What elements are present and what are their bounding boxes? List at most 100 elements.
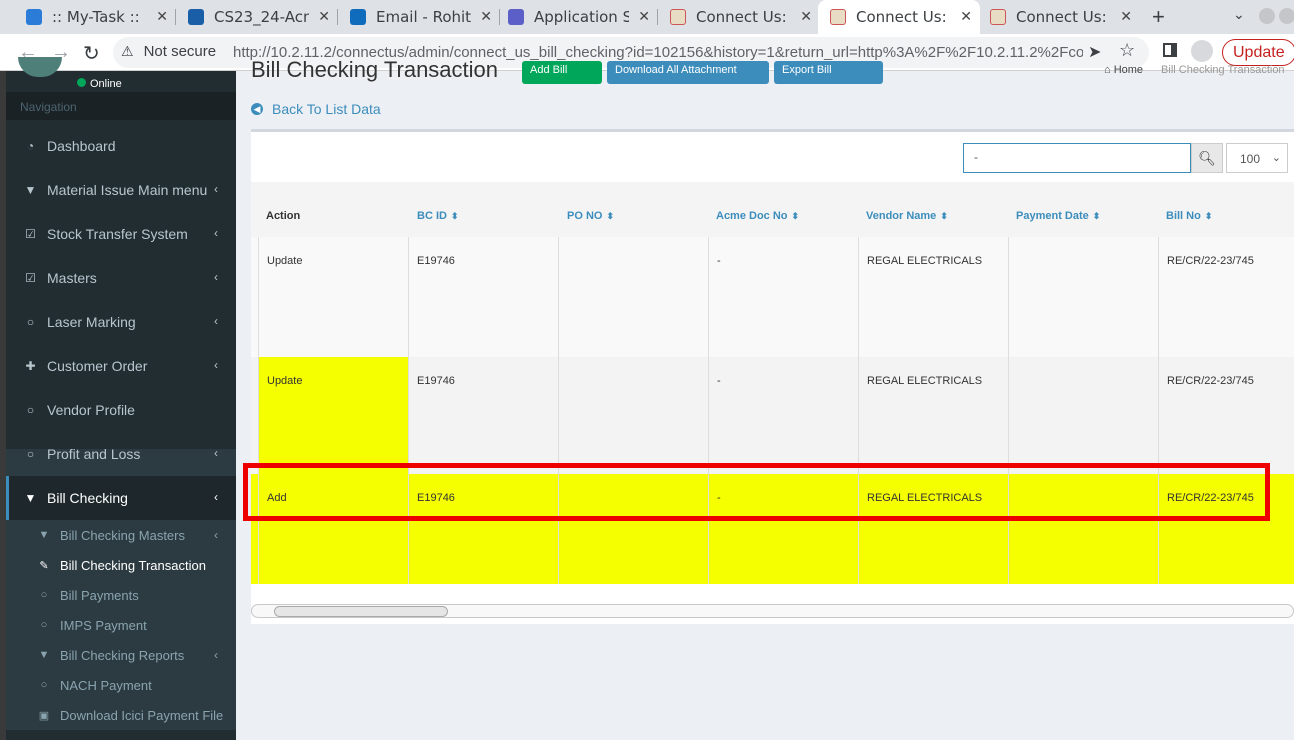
- breadcrumb-home[interactable]: Home: [1114, 64, 1143, 76]
- reload-icon[interactable]: ↻: [83, 41, 100, 66]
- column-header-po-no[interactable]: PO NO ⬍: [567, 210, 614, 222]
- submenu-item-bill-checking-masters[interactable]: ▼ Bill Checking Masters ‹: [6, 520, 236, 550]
- online-dot-icon: [77, 78, 86, 87]
- chevron-down-icon[interactable]: ⌄: [1233, 6, 1245, 23]
- close-icon[interactable]: ✕: [1120, 9, 1132, 25]
- submenu-item-label: Bill Checking Reports: [60, 647, 185, 663]
- download-attachment-button[interactable]: Download All Attachment: [607, 61, 769, 84]
- breadcrumb: ⌂ Home Bill Checking Transaction: [1104, 64, 1285, 76]
- table-cell: [558, 237, 708, 357]
- minimize-icon[interactable]: [1259, 8, 1275, 24]
- submenu-item-imps-payment[interactable]: ○ IMPS Payment: [6, 610, 236, 640]
- browser-tab-1[interactable]: CS23_24-Acme ✕: [176, 0, 338, 34]
- tab-title: Email - Rohit D: [376, 8, 471, 26]
- main-content: Bill Checking Transaction Add Bill Downl…: [236, 57, 1294, 740]
- close-icon[interactable]: ✕: [480, 9, 492, 25]
- sort-icon: ⬍: [606, 211, 614, 221]
- export-button[interactable]: Export Bill: [774, 61, 883, 84]
- site-icon: [830, 9, 846, 25]
- column-header-vendor-name[interactable]: Vendor Name ⬍: [866, 210, 948, 222]
- circle-icon: ○: [40, 679, 48, 691]
- table-cell[interactable]: Update: [258, 237, 408, 357]
- page-size-select[interactable]: 100 ⌄: [1226, 143, 1288, 173]
- sort-icon: ⬍: [940, 211, 948, 221]
- online-status: Online: [77, 78, 122, 90]
- table-cell: REGAL ELECTRICALS: [858, 357, 1008, 474]
- table-cell: RE/CR/22-23/745: [1158, 237, 1294, 357]
- sidebar-item-stock-transfer[interactable]: ☑ Stock Transfer System ‹: [6, 212, 236, 256]
- security-indicator[interactable]: ⚠ Not secure: [121, 43, 216, 60]
- back-to-list-link[interactable]: ◀ Back To List Data: [251, 101, 381, 117]
- not-secure-label: Not secure: [143, 43, 217, 60]
- side-panel-icon[interactable]: [1163, 43, 1177, 57]
- add-bill-button[interactable]: Add Bill: [522, 61, 602, 84]
- browser-tab-3[interactable]: Application Su ✕: [496, 0, 658, 34]
- site-icon: [990, 9, 1006, 25]
- sidebar-item-label: Customer Order: [47, 358, 148, 374]
- maximize-icon[interactable]: [1279, 8, 1294, 24]
- sidebar-item-profit-and-loss[interactable]: ○ Profit and Loss ‹: [6, 432, 236, 476]
- browser-tab-6[interactable]: Connect Us: B ✕: [978, 0, 1140, 34]
- sort-icon: ⬍: [1092, 211, 1101, 221]
- star-icon[interactable]: ☆: [1119, 40, 1135, 61]
- tab-title: CS23_24-Acme: [214, 8, 309, 26]
- search-input[interactable]: -: [963, 143, 1191, 173]
- chevron-left-icon: ‹: [214, 270, 218, 284]
- new-tab-icon[interactable]: +: [1152, 4, 1165, 30]
- submenu-item-bill-checking-reports[interactable]: ▼ Bill Checking Reports ‹: [6, 640, 236, 670]
- table-row[interactable]: Update E19746 - REGAL ELECTRICALS RE/CR/…: [251, 237, 1294, 357]
- horizontal-scrollbar[interactable]: [251, 604, 1294, 618]
- header-label: BC ID: [417, 210, 447, 222]
- submenu-item-download-icici[interactable]: ▣ Download Icici Payment File: [6, 700, 236, 730]
- close-icon[interactable]: ✕: [800, 9, 812, 25]
- browser-tab-0[interactable]: :: My-Task :: ✕: [14, 0, 176, 34]
- column-header-bc-id[interactable]: BC ID ⬍: [417, 210, 459, 222]
- annotation-highlight-box: [243, 463, 1270, 521]
- sidebar-item-label: Bill Checking: [47, 490, 128, 506]
- send-icon[interactable]: ➤: [1088, 42, 1101, 62]
- submenu-item-bill-payments[interactable]: ○ Bill Payments: [6, 580, 236, 610]
- money-icon: ▣: [38, 709, 50, 722]
- browser-tab-2[interactable]: Email - Rohit D ✕: [338, 0, 500, 34]
- checkbox-icon: ☑: [25, 227, 36, 241]
- submenu-item-nach-payment[interactable]: ○ NACH Payment: [6, 670, 236, 700]
- sidebar-item-label: Dashboard: [47, 138, 116, 154]
- table-cell: [1008, 357, 1158, 474]
- site-icon: [670, 9, 686, 25]
- column-header-payment-date[interactable]: Payment Date ⬍: [1016, 210, 1100, 222]
- sidebar-item-bill-checking[interactable]: ▼ Bill Checking ‹: [6, 476, 236, 520]
- scrollbar-thumb[interactable]: [274, 606, 448, 617]
- table-cell: REGAL ELECTRICALS: [858, 237, 1008, 357]
- profile-avatar-icon[interactable]: [1191, 40, 1213, 62]
- back-label: Back To List Data: [272, 101, 381, 117]
- sidebar-item-vendor-profile[interactable]: ○ Vendor Profile: [6, 388, 236, 432]
- browser-tab-4[interactable]: Connect Us: B ✕: [658, 0, 820, 34]
- column-header-bill-no[interactable]: Bill No ⬍: [1166, 210, 1212, 222]
- close-icon[interactable]: ✕: [156, 9, 168, 25]
- tab-title: Connect Us: B: [696, 8, 791, 26]
- sidebar-item-dashboard[interactable]: ◔ Dashboard: [6, 124, 236, 168]
- breadcrumb-current: Bill Checking Transaction: [1161, 64, 1285, 76]
- table-row[interactable]: Update E19746 - REGAL ELECTRICALS RE/CR/…: [251, 357, 1294, 474]
- home-icon: ⌂: [1104, 64, 1114, 76]
- sidebar-item-masters[interactable]: ☑ Masters ‹: [6, 256, 236, 300]
- browser-update-button[interactable]: Update: [1222, 39, 1294, 66]
- column-header-acme-doc-no[interactable]: Acme Doc No ⬍: [716, 210, 799, 222]
- close-icon[interactable]: ✕: [960, 9, 972, 25]
- browser-tab-bar: :: My-Task :: ✕ CS23_24-Acme ✕ Email - R…: [0, 0, 1294, 34]
- sidebar-item-customer-order[interactable]: ✚ Customer Order ‹: [6, 344, 236, 388]
- search-button[interactable]: 🔍︎: [1191, 143, 1223, 173]
- dashboard-icon: ◔: [26, 139, 35, 153]
- react-icon: [26, 9, 42, 25]
- header-label: Vendor Name: [866, 210, 937, 222]
- table-cell[interactable]: Update: [258, 357, 408, 474]
- header-label: Payment Date: [1016, 210, 1089, 222]
- filter-icon: ▼: [24, 183, 37, 197]
- close-icon[interactable]: ✕: [638, 9, 650, 25]
- sort-icon: ⬍: [1204, 211, 1213, 221]
- close-icon[interactable]: ✕: [318, 9, 330, 25]
- submenu-item-bill-checking-transaction[interactable]: ✎ Bill Checking Transaction: [6, 550, 236, 580]
- browser-tab-5[interactable]: Connect Us: B ✕: [818, 0, 980, 34]
- sidebar-item-laser-marking[interactable]: ○ Laser Marking ‹: [6, 300, 236, 344]
- sidebar-item-material-issue[interactable]: ▼ Material Issue Main menu ‹: [6, 168, 236, 212]
